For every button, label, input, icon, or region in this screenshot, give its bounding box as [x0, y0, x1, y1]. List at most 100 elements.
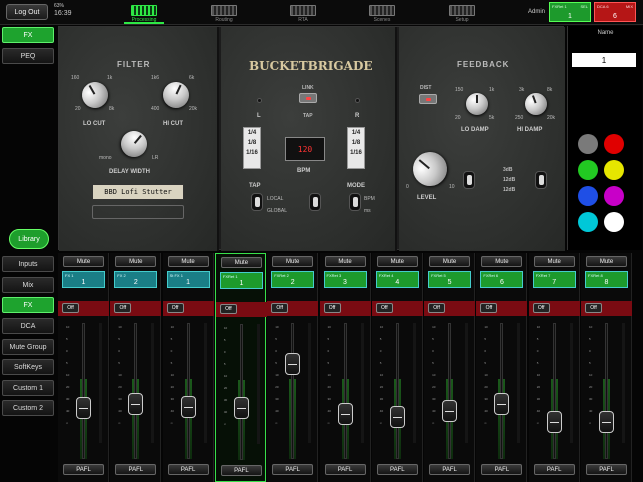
off-button[interactable]: Off: [323, 303, 341, 313]
lo-cut-knob[interactable]: [77, 77, 113, 113]
off-button[interactable]: Off: [166, 303, 184, 313]
pafl-button[interactable]: PAFL: [324, 464, 366, 475]
sync-toggle[interactable]: [309, 193, 321, 211]
mute-button[interactable]: Mute: [167, 256, 209, 267]
fader-handle[interactable]: [233, 397, 249, 420]
custom-1-layer-button[interactable]: Custom 1: [2, 380, 54, 396]
color-swatch[interactable]: [578, 160, 598, 180]
tab-processing[interactable]: Processing: [124, 1, 164, 24]
mute-button[interactable]: Mute: [220, 257, 262, 268]
channel-name-badge[interactable]: FXRet 7 7: [532, 271, 576, 288]
tab-rta[interactable]: RTA: [283, 1, 323, 23]
library-button[interactable]: Library: [9, 229, 49, 249]
off-button[interactable]: Off: [585, 303, 602, 313]
off-button[interactable]: Off: [428, 303, 446, 313]
mute-button[interactable]: Mute: [586, 256, 627, 267]
peq-view-button[interactable]: PEQ: [2, 48, 54, 64]
channel-name-badge[interactable]: FXRet 3 3: [323, 271, 367, 288]
hi-damp-knob[interactable]: [521, 89, 551, 119]
off-button[interactable]: Off: [114, 303, 132, 313]
tab-routing[interactable]: Routing: [204, 1, 244, 23]
fader-handle[interactable]: [337, 403, 353, 426]
pafl-button[interactable]: PAFL: [115, 464, 157, 475]
range-toggle-right[interactable]: [535, 171, 547, 189]
mute-button[interactable]: Mute: [272, 256, 314, 267]
selected-dca-badge[interactable]: DCA 6 MIX 6: [594, 2, 636, 22]
mute-group-layer-button[interactable]: Mute Group: [2, 339, 54, 355]
channel-name-badge[interactable]: FXRet 5 5: [428, 271, 472, 288]
mute-button[interactable]: Mute: [429, 256, 471, 267]
range-toggle-left[interactable]: [463, 171, 475, 189]
fader-handle[interactable]: [442, 399, 458, 422]
level-knob[interactable]: [406, 145, 454, 193]
fader-handle[interactable]: [546, 410, 562, 433]
pafl-button[interactable]: PAFL: [376, 464, 418, 475]
inputs-layer-button[interactable]: Inputs: [2, 256, 54, 272]
channel-name-badge[interactable]: FXRet 8 8: [585, 271, 628, 288]
fader-handle[interactable]: [180, 396, 196, 419]
left-note-selector[interactable]: 1/4 1/8 1/16: [243, 127, 261, 169]
fader-handle[interactable]: [389, 405, 405, 428]
pafl-button[interactable]: PAFL: [220, 465, 262, 476]
channel-name-badge[interactable]: FX 2 2: [114, 271, 158, 288]
pafl-button[interactable]: PAFL: [429, 464, 471, 475]
fx-view-button[interactable]: FX: [2, 27, 54, 43]
off-button[interactable]: Off: [532, 303, 550, 313]
pafl-button[interactable]: PAFL: [167, 464, 209, 475]
off-button[interactable]: Off: [62, 303, 79, 313]
softkeys-layer-button[interactable]: SoftKeys: [2, 359, 54, 375]
color-swatch[interactable]: [604, 212, 624, 232]
dca-layer-button[interactable]: DCA: [2, 318, 54, 334]
tab-setup[interactable]: Setup: [442, 1, 482, 23]
mix-layer-button[interactable]: Mix: [2, 277, 54, 293]
off-button[interactable]: Off: [375, 303, 393, 313]
dist-button[interactable]: [419, 94, 437, 104]
pafl-button[interactable]: PAFL: [481, 464, 523, 475]
mute-button[interactable]: Mute: [115, 256, 157, 267]
logout-button[interactable]: Log Out: [6, 4, 48, 20]
fader-handle[interactable]: [128, 392, 144, 415]
channel-name-field[interactable]: 1: [572, 53, 636, 67]
level-max-label: 10: [449, 184, 455, 190]
tab-scenes[interactable]: Scenes: [362, 1, 402, 23]
delay-width-knob[interactable]: [115, 125, 153, 163]
custom-2-layer-button[interactable]: Custom 2: [2, 400, 54, 416]
preset-name-display[interactable]: BBD Lofi Stutter: [92, 184, 184, 200]
channel-name-badge[interactable]: FXRet 6 6: [480, 271, 524, 288]
fader-handle[interactable]: [285, 353, 301, 375]
color-swatch[interactable]: [578, 186, 598, 206]
mute-button[interactable]: Mute: [324, 256, 366, 267]
channel-name-badge[interactable]: FXRet 2 2: [271, 271, 315, 288]
pafl-button[interactable]: PAFL: [586, 464, 627, 475]
pafl-button[interactable]: PAFL: [63, 464, 104, 475]
channel-name-badge[interactable]: FXRet 1 1: [219, 272, 263, 289]
lo-damp-knob[interactable]: [466, 93, 488, 115]
mute-button[interactable]: Mute: [63, 256, 104, 267]
tap-mode-toggle[interactable]: [251, 193, 263, 211]
off-button[interactable]: Off: [480, 303, 498, 313]
color-swatch[interactable]: [604, 134, 624, 154]
fx-layer-button[interactable]: FX: [2, 297, 54, 313]
off-button[interactable]: Off: [219, 304, 237, 314]
color-swatch[interactable]: [604, 186, 624, 206]
color-swatch[interactable]: [578, 134, 598, 154]
mute-button[interactable]: Mute: [481, 256, 523, 267]
color-swatch[interactable]: [578, 212, 598, 232]
mode-toggle[interactable]: [349, 193, 361, 211]
pafl-button[interactable]: PAFL: [533, 464, 575, 475]
fader-handle[interactable]: [599, 410, 614, 433]
off-button[interactable]: Off: [271, 303, 289, 313]
mute-button[interactable]: Mute: [376, 256, 418, 267]
color-swatch[interactable]: [604, 160, 624, 180]
fader-handle[interactable]: [76, 397, 91, 420]
right-note-selector[interactable]: 1/4 1/8 1/16: [347, 127, 365, 169]
pafl-button[interactable]: PAFL: [272, 464, 314, 475]
mute-button[interactable]: Mute: [533, 256, 575, 267]
bpm-display[interactable]: 120: [285, 137, 325, 161]
channel-name-badge[interactable]: FX 1 1: [62, 271, 105, 288]
channel-name-badge[interactable]: St FX 1 1: [166, 271, 210, 288]
link-button[interactable]: [299, 93, 317, 103]
selected-channel-badge[interactable]: FXRet 1 SEL 1: [549, 2, 591, 22]
channel-name-badge[interactable]: FXRet 4 4: [375, 271, 419, 288]
fader-handle[interactable]: [494, 392, 510, 415]
